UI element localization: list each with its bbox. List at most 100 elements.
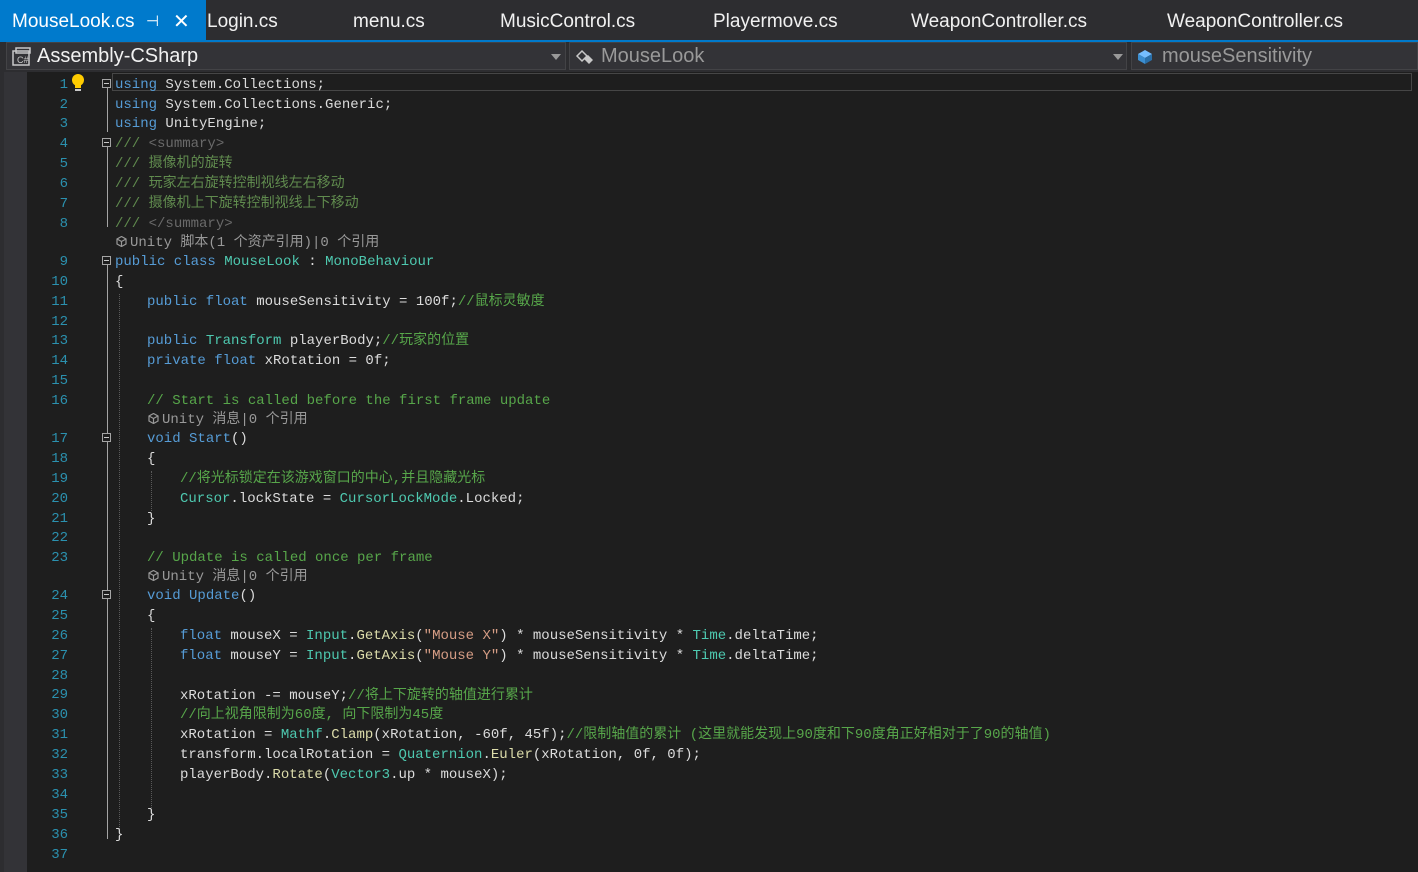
- chevron-down-icon: [551, 54, 561, 60]
- code-text: mouseSensitivity = 100f;: [247, 294, 458, 310]
- code-line: void Start(): [147, 429, 248, 449]
- code-line: private float xRotation = 0f;: [147, 351, 391, 371]
- code-line: float mouseY = Input.GetAxis("Mouse Y") …: [180, 646, 819, 666]
- tab-mouselook[interactable]: MouseLook.cs ⊣ ✕: [0, 0, 206, 40]
- comment: //鼠标灵敏度: [457, 294, 545, 310]
- close-tab-icon[interactable]: ✕: [173, 0, 190, 44]
- indent-guide: [151, 628, 152, 808]
- line-number: 7: [59, 196, 68, 212]
- tab-musiccontrol[interactable]: MusicControl.cs: [500, 0, 635, 40]
- member-dropdown[interactable]: mouseSensitivity: [1131, 42, 1418, 70]
- doc-comment: /// 摄像机的旋转: [115, 156, 233, 172]
- brace: {: [147, 451, 156, 467]
- code-line: /// <summary>: [115, 134, 224, 154]
- code-text: playerBody;: [281, 333, 383, 349]
- type-name: Input: [306, 628, 349, 644]
- document-tab-bar: MouseLook.cs ⊣ ✕ Login.cs menu.cs MusicC…: [0, 0, 1418, 42]
- method-call: GetAxis: [356, 628, 416, 644]
- codelens-start-references[interactable]: Unity 消息|0 个引用: [148, 410, 308, 430]
- vertical-scrollbar[interactable]: [1413, 72, 1418, 872]
- tab-menu[interactable]: menu.cs: [353, 0, 425, 40]
- code-text: ) * mouseSensitivity *: [499, 628, 693, 644]
- line-number: 28: [51, 668, 68, 684]
- type-label: MouseLook: [601, 45, 705, 67]
- collapse-icon[interactable]: [102, 79, 111, 88]
- code-text: playerBody.: [180, 767, 273, 783]
- code-text: (): [239, 588, 257, 604]
- line-number: 21: [51, 511, 68, 527]
- method-call: Rotate: [272, 767, 323, 783]
- tab-login[interactable]: Login.cs: [207, 0, 278, 40]
- keyword: float: [180, 648, 223, 664]
- keyword: private float: [147, 353, 257, 369]
- doc-comment: ///: [115, 216, 149, 232]
- code-line: {: [147, 606, 155, 626]
- code-line: }: [115, 825, 123, 845]
- code-text: System.Collections;: [157, 77, 326, 93]
- collapse-icon[interactable]: [102, 590, 111, 599]
- code-line: //向上视角限制为60度, 向下限制为45度: [180, 705, 443, 725]
- line-number: 35: [51, 807, 68, 823]
- code-text: (xRotation, 0f, 0f);: [532, 747, 701, 763]
- codelens-class-references[interactable]: Unity 脚本(1 个资产引用)|0 个引用: [116, 233, 379, 253]
- type-name: CursorLockMode: [339, 491, 458, 507]
- unity-icon: [148, 413, 159, 424]
- code-text: .deltaTime;: [726, 628, 819, 644]
- code-text: xRotation = 0f;: [256, 353, 391, 369]
- chevron-down-icon: [1113, 54, 1123, 60]
- doc-comment: /// 摄像机上下旋转控制视线上下移动: [115, 196, 359, 212]
- type-name: Time: [692, 628, 727, 644]
- member-label: mouseSensitivity: [1162, 45, 1313, 67]
- type-dropdown[interactable]: MouseLook: [569, 42, 1127, 70]
- collapse-icon[interactable]: [102, 138, 111, 147]
- line-number: 17: [51, 431, 68, 447]
- navigation-bar: C# Assembly-CSharp MouseLook mouseSensit…: [0, 42, 1418, 72]
- tab-label: WeaponController.cs: [1167, 11, 1344, 32]
- codelens-update-references[interactable]: Unity 消息|0 个引用: [148, 567, 308, 587]
- tab-weaponcontroller-2[interactable]: WeaponController.cs: [1167, 0, 1343, 40]
- code-line: // Update is called once per frame: [147, 548, 433, 568]
- type-name: Quaternion: [398, 747, 483, 763]
- line-number: 20: [51, 491, 68, 507]
- keyword: public: [147, 333, 198, 349]
- code-text: xRotation =: [180, 727, 281, 743]
- code-text: xRotation -= mouseY;: [180, 688, 349, 704]
- keyword: float: [180, 628, 223, 644]
- code-text: (: [415, 648, 424, 664]
- project-dropdown[interactable]: C# Assembly-CSharp: [6, 42, 566, 70]
- code-line: {: [147, 449, 155, 469]
- type-name: Vector3: [331, 767, 391, 783]
- codelens-text: Unity 脚本(1 个资产引用)|0 个引用: [130, 235, 380, 251]
- class-name: MouseLook: [224, 254, 300, 270]
- method-call: Euler: [490, 747, 533, 763]
- line-number: 36: [51, 827, 68, 843]
- type-name: Time: [692, 648, 727, 664]
- code-line: //将光标锁定在该游戏窗口的中心,并且隐藏光标: [180, 469, 485, 489]
- collapse-icon[interactable]: [102, 433, 111, 442]
- unity-icon: [116, 236, 127, 247]
- tab-label: MusicControl.cs: [500, 11, 636, 32]
- lightbulb-icon[interactable]: [70, 73, 86, 93]
- line-number: 3: [59, 116, 68, 132]
- comment: //将光标锁定在该游戏窗口的中心,并且隐藏光标: [180, 471, 486, 487]
- line-number: 2: [59, 97, 68, 113]
- line-number: 26: [51, 628, 68, 644]
- line-number: 34: [51, 787, 68, 803]
- comment: // Start is called before the first fram…: [147, 393, 551, 409]
- code-editor[interactable]: 1 2 3 4 5 6 7 8 9 10 11 12 13 14 15 16 1…: [0, 72, 1418, 872]
- tab-label: Login.cs: [207, 11, 278, 32]
- code-line: playerBody.Rotate(Vector3.up * mouseX);: [180, 765, 508, 785]
- tab-playermove[interactable]: Playermove.cs: [713, 0, 838, 40]
- tab-weaponcontroller[interactable]: WeaponController.cs: [911, 0, 1087, 40]
- line-number: 22: [51, 530, 68, 546]
- pin-tab-icon[interactable]: ⊣: [146, 0, 159, 44]
- doc-comment: ///: [115, 136, 149, 152]
- line-number: 8: [59, 216, 68, 232]
- line-number: 23: [51, 550, 68, 566]
- line-number: 15: [51, 373, 68, 389]
- code-text: mouseY =: [222, 648, 307, 664]
- collapse-icon[interactable]: [102, 256, 111, 265]
- code-line: xRotation = Mathf.Clamp(xRotation, -60f,…: [180, 725, 1051, 745]
- code-line: }: [147, 805, 155, 825]
- outline-line: [107, 88, 108, 132]
